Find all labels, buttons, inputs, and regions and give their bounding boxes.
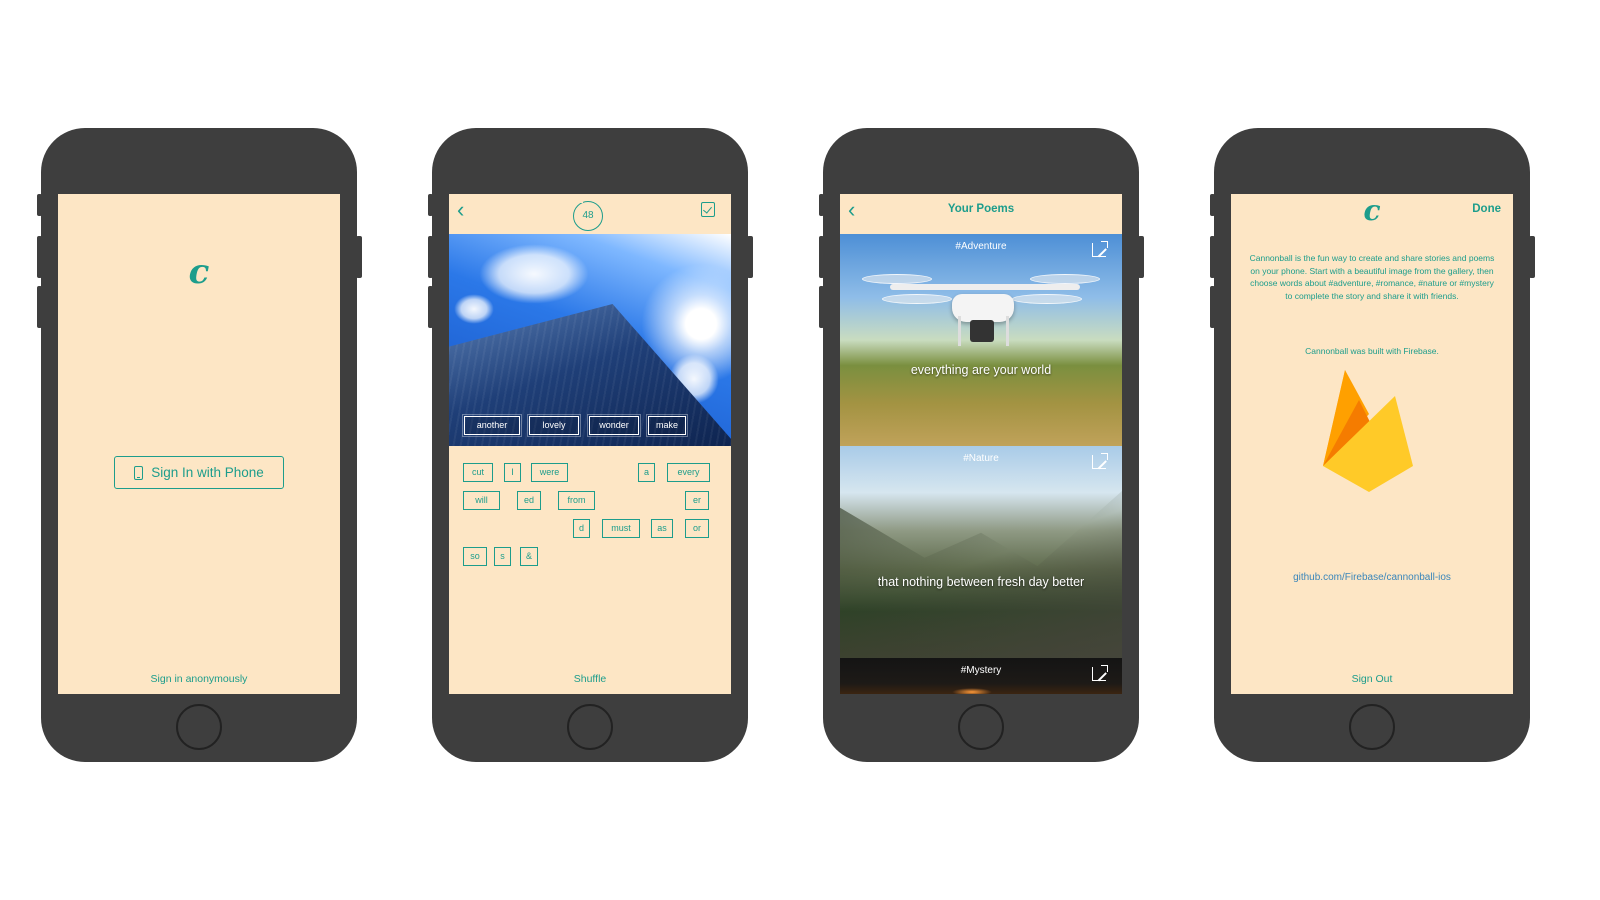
home-button[interactable] — [176, 704, 222, 750]
your-poems-screen: ‹ Your Poems #Adventure everything are y… — [840, 194, 1122, 694]
phone-side-button — [356, 236, 362, 278]
word-tile[interactable]: as — [651, 519, 673, 538]
built-with-text: Cannonball was built with Firebase. — [1305, 346, 1439, 356]
phone-side-button — [1210, 286, 1215, 328]
photo-word[interactable]: make — [646, 414, 688, 437]
word-tile[interactable]: so — [463, 547, 487, 566]
word-tile[interactable]: a — [638, 463, 655, 482]
phone-side-button — [819, 286, 824, 328]
phone-side-button — [819, 236, 824, 278]
phone-side-button — [1529, 236, 1535, 278]
word-tile[interactable]: every — [667, 463, 710, 482]
your-poems-header: ‹ Your Poems — [840, 194, 1122, 234]
photo-word[interactable]: lovely — [527, 414, 581, 437]
phone-side-button — [428, 236, 433, 278]
phone-side-button — [37, 286, 42, 328]
word-tile[interactable]: er — [685, 491, 709, 510]
word-tile[interactable]: ed — [517, 491, 541, 510]
drone-leg — [1006, 316, 1009, 346]
phone-side-button — [428, 194, 433, 216]
shuffle-button[interactable]: Shuffle — [449, 673, 731, 685]
word-tile[interactable]: or — [685, 519, 709, 538]
drone-rotor — [882, 294, 952, 304]
phone-side-button — [37, 194, 42, 216]
document-check-icon[interactable] — [701, 202, 715, 217]
phone-about: c Done Cannonball is the fun way to crea… — [1210, 128, 1535, 762]
poem-card[interactable]: #Adventure everything are your world — [840, 234, 1122, 446]
done-button[interactable]: Done — [1472, 203, 1501, 215]
poem-photo: another lovely wonder make — [449, 234, 731, 446]
poem-tag: #Mystery — [960, 665, 1002, 676]
sign-in-label: Sign In with Phone — [151, 465, 264, 480]
photo-word[interactable]: another — [462, 414, 522, 437]
word-tile[interactable]: from — [558, 491, 595, 510]
drone-leg — [958, 316, 961, 346]
phone-side-button — [819, 194, 824, 216]
github-link[interactable]: github.com/Firebase/cannonball-ios — [1231, 572, 1513, 583]
campfire-glow — [952, 688, 992, 694]
sign-out-button[interactable]: Sign Out — [1231, 673, 1513, 685]
poem-tag: #Adventure — [955, 241, 1007, 252]
home-button[interactable] — [958, 704, 1004, 750]
chevron-left-icon[interactable]: ‹ — [457, 199, 464, 221]
composer-header: ‹ 48 — [449, 194, 731, 234]
phone-side-button — [428, 286, 433, 328]
phone-side-button — [747, 236, 753, 278]
phone-signin: c Sign In with Phone Sign in anonymously — [37, 128, 362, 762]
poem-tag: #Nature — [963, 453, 999, 464]
phone-side-button — [1138, 236, 1144, 278]
app-description: Cannonball is the fun way to create and … — [1249, 253, 1495, 301]
word-tile[interactable]: s — [494, 547, 511, 566]
drone-rotor — [1030, 274, 1100, 284]
countdown-timer: 48 — [573, 199, 603, 231]
word-tile[interactable]: I — [504, 463, 521, 482]
home-button[interactable] — [567, 704, 613, 750]
word-tile[interactable]: will — [463, 491, 500, 510]
cannonball-logo: c — [1363, 194, 1381, 227]
word-tile[interactable]: & — [520, 547, 538, 566]
drone-arm — [890, 284, 1080, 290]
cloud — [479, 244, 589, 304]
composer-screen: ‹ 48 another lovely wonder make cut I we… — [449, 194, 731, 694]
poem-text: everything are your world — [910, 363, 1052, 377]
phone-your-poems: ‹ Your Poems #Adventure everything are y… — [819, 128, 1144, 762]
phone-composer: ‹ 48 another lovely wonder make cut I we… — [428, 128, 753, 762]
cloud — [454, 294, 494, 324]
home-button[interactable] — [1349, 704, 1395, 750]
phone-side-button — [37, 236, 42, 278]
share-icon[interactable] — [1092, 453, 1108, 469]
word-tile[interactable]: must — [602, 519, 640, 538]
sign-in-anonymously-link[interactable]: Sign in anonymously — [58, 673, 340, 685]
drone-rotor — [862, 274, 932, 284]
word-tile[interactable]: d — [573, 519, 590, 538]
phone-side-button — [1210, 236, 1215, 278]
sign-in-with-phone-button[interactable]: Sign In with Phone — [114, 456, 284, 489]
word-tile[interactable]: cut — [463, 463, 493, 482]
word-tile[interactable]: were — [531, 463, 568, 482]
drone-rotor — [1012, 294, 1082, 304]
share-icon[interactable] — [1092, 665, 1108, 681]
phone-side-button — [1210, 194, 1215, 216]
page-title: Your Poems — [947, 203, 1015, 215]
firebase-logo-icon — [1323, 370, 1413, 492]
share-icon[interactable] — [1092, 241, 1108, 257]
signin-screen: c Sign In with Phone Sign in anonymously — [58, 194, 340, 694]
drone — [952, 294, 1014, 322]
drone-camera — [970, 320, 994, 342]
poem-card[interactable]: #Nature that nothing between fresh day b… — [840, 446, 1122, 658]
photo-word[interactable]: wonder — [587, 414, 641, 437]
poem-card[interactable]: #Mystery — [840, 658, 1122, 694]
cannonball-logo: c — [188, 252, 210, 292]
poem-text: that nothing between fresh day better — [877, 575, 1085, 589]
about-screen: c Done Cannonball is the fun way to crea… — [1231, 194, 1513, 694]
phone-icon — [134, 465, 144, 480]
